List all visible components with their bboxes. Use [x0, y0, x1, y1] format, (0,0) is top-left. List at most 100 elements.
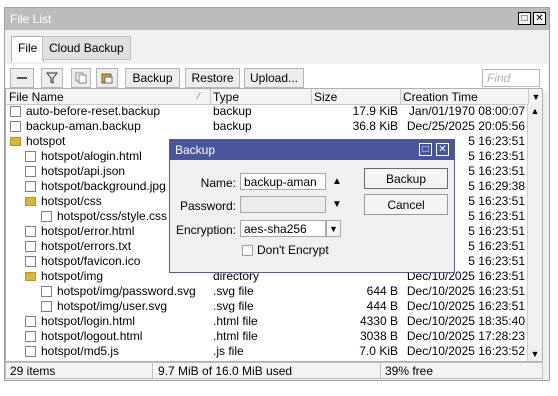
file-icon — [25, 166, 36, 177]
dont-encrypt-checkbox[interactable] — [242, 245, 253, 256]
name-history-up-icon[interactable]: ▲ — [332, 176, 342, 187]
file-icon — [25, 226, 36, 237]
cell-type: .svg file — [213, 299, 254, 313]
file-icon — [41, 301, 52, 312]
cell-creation-time: Dec/10/2025 16:23:51 — [406, 284, 525, 298]
password-label: Password: — [179, 199, 236, 213]
table-row[interactable]: hotspot/img/password.svg .svg file 644 B De… — [6, 284, 528, 299]
cell-name: backup-aman.backup — [26, 119, 141, 133]
cell-size: 17.9 KiB — [352, 104, 398, 118]
close-icon[interactable]: ✕ — [533, 12, 546, 25]
cell-type: backup — [213, 104, 252, 118]
tab-bar: File Cloud Backup — [5, 30, 549, 64]
table-row[interactable]: backup-aman.backup backup 36.8 KiB Dec/25/2… — [6, 119, 528, 134]
paste-button[interactable] — [96, 68, 118, 88]
dialog-title-bar[interactable]: Backup □ ✕ — [170, 140, 454, 160]
dialog-close-icon[interactable]: ✕ — [436, 143, 449, 156]
cell-name: hotspot/login.html — [41, 314, 136, 328]
cell-type: .html file — [213, 329, 258, 343]
cell-size: 7.0 KiB — [359, 344, 398, 358]
backup-dialog: Backup □ ✕ Name: backup-aman ▲ Password:… — [169, 139, 455, 273]
encryption-select[interactable]: aes-sha256 — [240, 220, 326, 237]
filter-button[interactable] — [41, 68, 63, 88]
name-label: Name: — [200, 176, 236, 190]
file-icon — [25, 151, 36, 162]
title-bar[interactable]: File List □ ✕ — [5, 8, 549, 30]
status-usage: 9.7 MiB of 16.0 MiB used — [158, 364, 293, 378]
dialog-maximize-icon[interactable]: □ — [419, 143, 432, 156]
cell-size: 644 B — [366, 284, 398, 298]
file-icon — [25, 181, 36, 192]
folder-icon — [25, 272, 36, 281]
file-icon — [10, 121, 21, 132]
file-icon — [25, 331, 36, 342]
file-icon — [25, 241, 36, 252]
cell-type: backup — [213, 119, 252, 133]
copy-icon — [75, 72, 87, 84]
cell-creation-time: Dec/10/2025 16:23:51 — [406, 299, 525, 313]
minus-icon — [17, 77, 27, 79]
table-header: File Name ⁄ Type Size Creation Time — [6, 89, 528, 105]
scroll-up-icon[interactable]: ▲ — [528, 104, 542, 118]
find-input[interactable]: Find — [482, 69, 540, 87]
cell-size: 444 B — [366, 299, 398, 313]
dont-encrypt-label: Don't Encrypt — [257, 243, 329, 257]
copy-button[interactable] — [71, 68, 91, 88]
table-row[interactable]: hotspot/login.html .html file 4330 B Dec/10… — [6, 314, 528, 329]
table-row[interactable]: hotspot/img/user.svg .svg file 444 B Dec/10… — [6, 299, 528, 314]
cell-name: hotspot/md5.js — [41, 344, 120, 358]
file-icon — [41, 286, 52, 297]
cell-creation-time: Dec/25/2025 20:05:56 — [406, 119, 525, 133]
table-row[interactable]: hotspot/logout.html .html file 3038 B Dec/1… — [6, 329, 528, 344]
dialog-cancel-button[interactable]: Cancel — [364, 194, 448, 215]
cell-name: hotspot/img/user.svg — [57, 299, 168, 313]
cell-size: 3038 B — [359, 329, 398, 343]
cell-type: .html file — [213, 314, 258, 328]
column-menu-icon[interactable]: ▼ — [528, 89, 542, 104]
password-input[interactable] — [240, 196, 326, 213]
folder-icon — [10, 137, 21, 146]
dialog-backup-button[interactable]: Backup — [364, 168, 448, 189]
column-size[interactable]: Size — [314, 90, 337, 104]
cell-size: 4330 B — [359, 314, 398, 328]
cell-size: 36.8 KiB — [352, 119, 398, 133]
dialog-title: Backup — [175, 143, 216, 157]
cell-creation-time: Dec/10/2025 18:35:40 — [406, 314, 525, 328]
backup-button[interactable]: Backup — [125, 68, 180, 88]
upload-button[interactable]: Upload... — [244, 68, 304, 88]
tab-file[interactable]: File — [11, 36, 45, 62]
restore-button[interactable]: Restore — [185, 68, 240, 88]
status-item-count: 29 items — [10, 364, 56, 378]
status-free: 39% free — [385, 364, 434, 378]
table-row[interactable]: auto-before-reset.backup backup 17.9 KiB Ja… — [6, 104, 528, 119]
cell-type: .js file — [213, 344, 244, 358]
file-icon — [25, 346, 36, 357]
vertical-scrollbar[interactable]: ▲ ▼ — [527, 104, 542, 361]
name-input[interactable]: backup-aman — [240, 173, 326, 190]
cell-type: .svg file — [213, 284, 254, 298]
maximize-icon[interactable]: □ — [518, 12, 531, 25]
column-creation-time[interactable]: Creation Time — [403, 90, 478, 104]
column-file-name[interactable]: File Name — [9, 90, 64, 104]
paste-icon — [101, 73, 113, 84]
cell-creation-time: Dec/10/2025 17:28:23 — [406, 329, 525, 343]
cell-creation-time: Jan/01/1970 08:00:07 — [408, 104, 525, 118]
encryption-label: Encryption: — [175, 223, 236, 237]
password-dropdown-icon[interactable]: ▼ — [332, 199, 342, 210]
file-icon — [10, 106, 21, 117]
filter-icon — [46, 72, 58, 84]
cell-creation-time: Dec/10/2025 16:23:52 — [406, 344, 525, 358]
cell-name: hotspot/logout.html — [41, 329, 143, 343]
file-icon — [25, 316, 36, 327]
column-type[interactable]: Type — [213, 90, 239, 104]
status-bar: 29 items 9.7 MiB of 16.0 MiB used 39% fr… — [5, 362, 543, 379]
scroll-down-icon[interactable]: ▼ — [528, 347, 542, 361]
tab-cloud-backup[interactable]: Cloud Backup — [42, 36, 131, 60]
table-row[interactable]: hotspot/md5.js .js file 7.0 KiB Dec/10/2025… — [6, 344, 528, 359]
file-icon — [25, 256, 36, 267]
window-title: File List — [10, 12, 52, 26]
folder-icon — [25, 197, 36, 206]
encryption-dropdown-icon[interactable]: ▼ — [326, 220, 341, 237]
cell-name: auto-before-reset.backup — [26, 104, 161, 118]
remove-button[interactable] — [10, 68, 34, 88]
